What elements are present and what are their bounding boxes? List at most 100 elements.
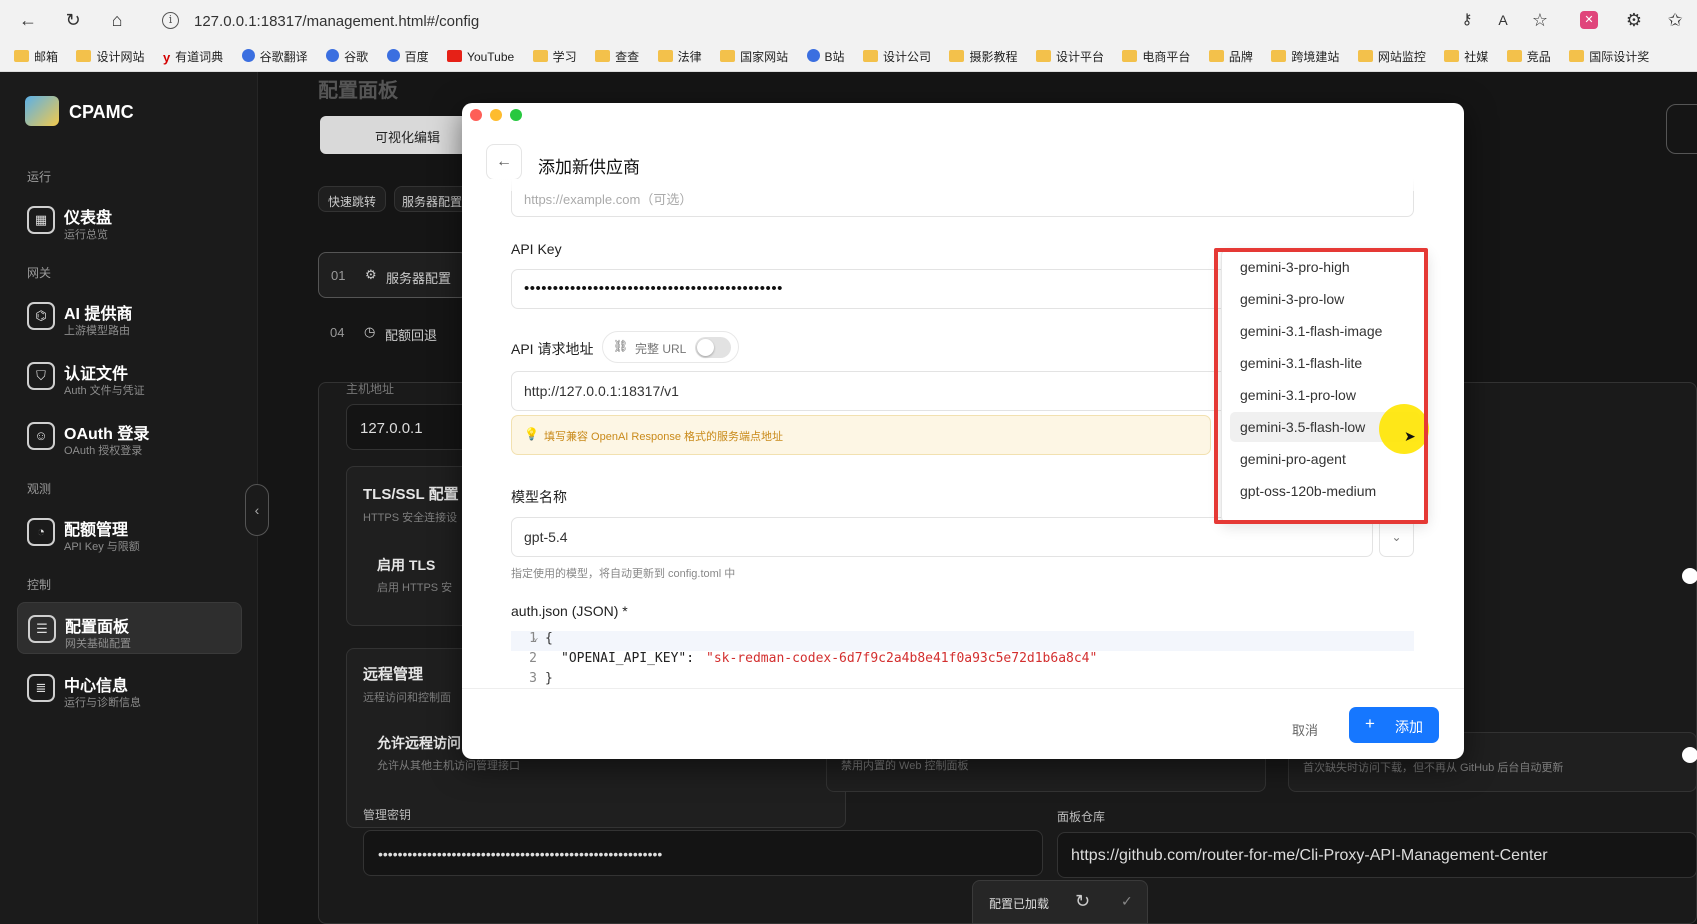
bookmark-item[interactable]: 社媒 <box>1444 48 1488 65</box>
tls-card: TLS/SSL 配置 HTTPS 安全连接设 启用 TLS 启用 HTTPS 安 <box>346 466 476 626</box>
server-icon: ≣ <box>27 674 55 702</box>
youdao-icon: y <box>162 50 171 65</box>
window-minimize-icon[interactable] <box>490 109 502 121</box>
sidebar-collapse-button[interactable]: ‹ <box>245 484 269 536</box>
folder-icon <box>76 50 92 62</box>
bookmark-item[interactable]: 谷歌翻译 <box>241 48 308 65</box>
youtube-icon <box>447 50 463 62</box>
folder-icon <box>1357 50 1373 62</box>
bookmark-item[interactable]: YouTube <box>447 50 514 64</box>
back-button[interactable]: ← <box>486 144 522 180</box>
bookmark-item[interactable]: 学习 <box>532 48 577 65</box>
code-editor[interactable]: 1 ⌄ { 2 "OPENAI_API_KEY": "sk-redman-cod… <box>511 631 1414 689</box>
bookmark-item[interactable]: 电商平台 <box>1122 48 1190 65</box>
annotation-highlight-box <box>1214 248 1428 524</box>
url-text: 127.0.0.1:18317/management.html#/config <box>194 13 480 30</box>
status-text: 配置已加载 <box>989 897 1050 911</box>
address-bar[interactable]: i 127.0.0.1:18317/management.html#/confi… <box>150 6 1500 36</box>
refresh-floating-button[interactable] <box>1666 104 1697 154</box>
key-icon[interactable]: ⚷ <box>1456 9 1478 31</box>
nav-quota-fallback[interactable]: 04 ◷ 配额回退 <box>318 310 468 354</box>
sidebar-item-ai-providers[interactable]: ⌬ AI 提供商 上游模型路由 <box>17 290 242 342</box>
toggle-knob[interactable] <box>1682 747 1697 763</box>
section-control: 控制 <box>27 578 52 592</box>
bookmark-item[interactable]: 查查 <box>595 48 639 65</box>
folder-icon <box>657 50 673 62</box>
bookmark-item[interactable]: y 有道词典 <box>163 48 223 65</box>
bookmark-item[interactable]: 法律 <box>657 48 702 65</box>
bookmark-item[interactable]: 邮箱 <box>14 48 58 65</box>
code-line: 2 "OPENAI_API_KEY": "sk-redman-codex-6d7… <box>529 651 1098 666</box>
sidebar-item-quota[interactable]: ◔ 配额管理 API Key 与限额 <box>17 506 242 558</box>
folder-icon <box>863 50 878 62</box>
api-key-label: API Key <box>511 241 562 257</box>
add-button[interactable]: + 添加 <box>1349 707 1439 743</box>
bookmark-item[interactable]: 竞品 <box>1506 48 1551 65</box>
quick-jump-chip[interactable]: 快速跳转 <box>318 186 386 212</box>
sidebar-item-config-panel[interactable]: ☰ 配置面板 网关基础配置 <box>17 602 242 654</box>
dashboard-icon: ▦ <box>27 206 55 234</box>
window-zoom-icon[interactable] <box>510 109 522 121</box>
sidebar-item-dashboard[interactable]: ▦ 仪表盘 运行总览 <box>17 194 242 246</box>
api-url-label: API 请求地址 <box>511 341 594 357</box>
reload-icon[interactable]: ↻ <box>62 9 84 31</box>
bookmark-item[interactable]: 网站监控 <box>1357 48 1426 65</box>
bookmark-item[interactable]: 百度 <box>386 48 429 65</box>
app-name: CPAMC <box>69 102 134 122</box>
full-url-toggle[interactable]: ⛓ 完整 URL <box>602 331 739 363</box>
link-icon: ⛓ <box>613 339 629 353</box>
bookmark-item[interactable]: 设计网站 <box>76 48 144 65</box>
mouse-pointer-icon: ➤ <box>1404 428 1416 444</box>
sidebar-item-auth-files[interactable]: ⛉ 认证文件 Auth 文件与凭证 <box>17 350 242 402</box>
sidebar-item-center-info[interactable]: ≣ 中心信息 运行与诊断信息 <box>17 662 242 714</box>
auth-json-label: auth.json (JSON) * <box>511 603 628 619</box>
bookmark-item[interactable]: 品牌 <box>1208 48 1253 65</box>
lightbulb-icon: 💡 <box>524 427 539 441</box>
tab-visual-edit[interactable]: 可视化编辑 <box>320 116 470 154</box>
extension-icon[interactable]: ✕ <box>1580 11 1598 29</box>
back-icon[interactable]: ← <box>17 9 39 31</box>
cancel-button[interactable]: 取消 <box>1292 720 1318 739</box>
toggle-switch[interactable] <box>695 337 731 358</box>
bookmark-item[interactable]: 设计公司 <box>863 48 931 65</box>
check-icon[interactable]: ✓ <box>1121 893 1133 910</box>
nav-server-config[interactable]: 01 ⚙ 服务器配置 <box>318 252 468 298</box>
management-key-input[interactable]: ••••••••••••••••••••••••••••••••••••••••… <box>363 830 1043 876</box>
bookmark-item[interactable]: 设计平台 <box>1035 48 1104 65</box>
tip-banner: 💡 填写兼容 OpenAI Response 格式的服务端点地址 <box>511 415 1211 455</box>
clock-icon: ◷ <box>364 324 376 339</box>
folder-icon <box>595 50 611 62</box>
sidebar-item-oauth[interactable]: ☺ OAuth 登录 OAuth 授权登录 <box>17 410 242 462</box>
favorite-icon[interactable]: ☆ <box>1529 9 1551 31</box>
bookmark-item[interactable]: 谷歌 <box>326 48 368 65</box>
network-icon: ⌬ <box>27 302 55 330</box>
app-logo-icon <box>25 96 59 126</box>
plus-icon: + <box>1365 714 1375 733</box>
status-bar: 配置已加载 ↻ ✓ <box>972 880 1148 924</box>
home-icon[interactable]: ⌂ <box>106 9 128 31</box>
baidu-icon <box>386 49 400 62</box>
toggle-knob[interactable] <box>1682 568 1697 584</box>
read-aloud-icon[interactable]: A <box>1492 9 1514 31</box>
model-label: 模型名称 <box>511 489 567 505</box>
fold-icon[interactable]: ⌄ <box>533 633 538 643</box>
user-icon: ☺ <box>27 422 55 450</box>
favorites-bar-icon[interactable]: ✩ <box>1664 9 1686 31</box>
section-run: 运行 <box>27 170 52 184</box>
folder-icon <box>1271 50 1287 62</box>
extensions-icon[interactable]: ⚙ <box>1623 9 1645 31</box>
folder-icon <box>532 50 548 62</box>
panel-repo-input[interactable]: https://github.com/router-for-me/Cli-Pro… <box>1057 832 1697 878</box>
bookmark-item[interactable]: 跨境建站 <box>1271 48 1339 65</box>
folder-icon <box>14 50 29 62</box>
reload-config-icon[interactable]: ↻ <box>1075 891 1090 912</box>
bookmark-item[interactable]: B站 <box>806 48 845 65</box>
folder-icon <box>949 50 965 62</box>
bookmark-item[interactable]: 国家网站 <box>720 48 788 65</box>
bookmark-item[interactable]: 国际设计奖 <box>1569 48 1649 65</box>
host-input[interactable]: 127.0.0.1 <box>346 404 476 450</box>
info-icon[interactable]: i <box>162 12 179 29</box>
bookmark-item[interactable]: 摄影教程 <box>949 48 1017 65</box>
gear-icon: ⚙ <box>365 267 377 282</box>
window-close-icon[interactable] <box>470 109 482 121</box>
